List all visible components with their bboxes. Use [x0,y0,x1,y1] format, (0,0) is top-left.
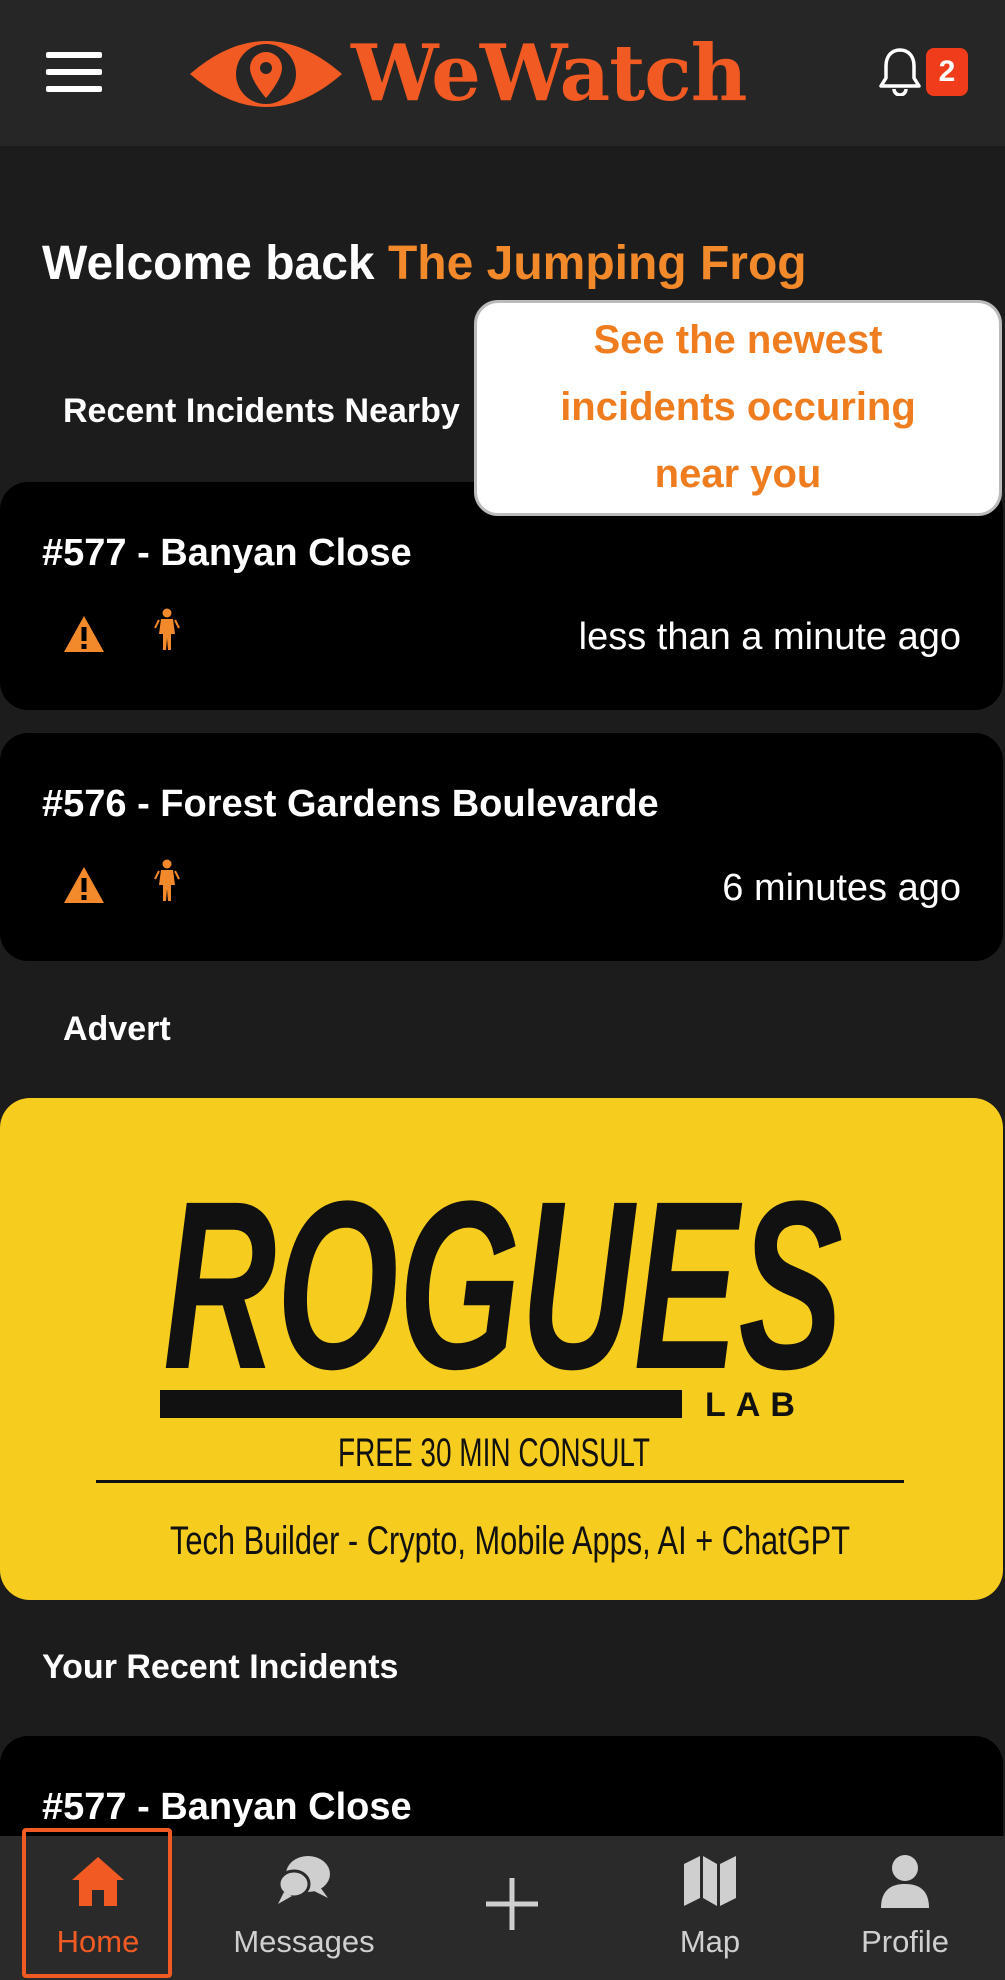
your-recent-incidents-title: Your Recent Incidents [42,1648,399,1686]
incident-time: less than a minute ago [578,616,961,658]
advert-banner[interactable]: ROGUES LAB FREE 30 MIN CONSULT Tech Buil… [0,1098,1003,1600]
ad-sub-brand: LAB [705,1386,805,1424]
advert-title: Advert [63,1010,171,1048]
recent-incidents-nearby-title: Recent Incidents Nearby [63,392,460,430]
wewatch-logo[interactable]: WeWatch [186,28,766,120]
nav-messages[interactable]: Messages [214,1836,394,1980]
app-header: WeWatch 2 [0,0,1005,146]
tooltip-line: See the newest [593,318,883,362]
bell-icon[interactable] [878,46,922,97]
incident-title: #577 - Banyan Close [42,1786,412,1828]
nav-label: Map [679,1924,741,1959]
incident-title: #577 - Banyan Close [42,532,412,574]
ad-tagline: Tech Builder - Crypto, Mobile Apps, AI +… [170,1519,850,1563]
incident-card[interactable]: #576 - Forest Gardens Boulevarde 6 minut… [0,733,1003,961]
nav-profile[interactable]: Profile [840,1836,970,1980]
incident-title: #576 - Forest Gardens Boulevarde [42,783,659,825]
warning-icon [64,867,104,903]
welcome-heading: Welcome back The Jumping Frog [42,236,807,291]
chat-bubbles-icon [277,1856,330,1904]
map-icon [684,1856,736,1906]
person-icon [154,859,180,901]
home-highlight-frame [22,1828,172,1978]
person-icon [154,608,180,650]
welcome-prefix: Welcome back [42,237,375,290]
incident-card[interactable]: #577 - Banyan Close less than a minute a… [0,482,1003,710]
nav-label: Messages [233,1924,375,1959]
plus-icon [486,1878,538,1930]
warning-icon [64,616,104,652]
person-icon [881,1855,929,1908]
nav-map[interactable]: Map [660,1836,760,1980]
tooltip-line: incidents occuring [560,385,916,429]
tooltip-line: near you [654,452,822,496]
onboarding-tooltip[interactable]: See the newest incidents occuring near y… [474,300,1002,516]
hamburger-menu-icon[interactable] [46,52,102,92]
user-name: The Jumping Frog [387,237,807,290]
app-name: WeWatch [351,28,747,119]
rogues-lab-ad-image: ROGUES LAB FREE 30 MIN CONSULT Tech Buil… [96,1151,904,1563]
eye-location-icon [190,41,342,107]
ad-offer: FREE 30 MIN CONSULT [338,1431,650,1475]
ad-brand: ROGUES [163,1151,843,1419]
nav-add[interactable] [462,1836,562,1980]
nav-label: Profile [861,1924,949,1959]
notification-badge[interactable]: 2 [926,48,968,96]
incident-time: 6 minutes ago [722,867,961,909]
